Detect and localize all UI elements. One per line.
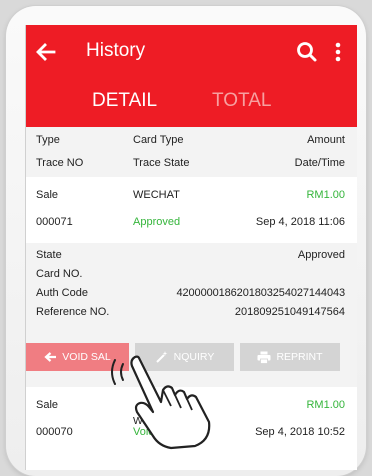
detail-reference-value: 201809251049147564 bbox=[234, 306, 345, 318]
reprint-button[interactable]: REPRINT bbox=[240, 343, 340, 371]
record-datetime: Sep 4, 2018 11:06 bbox=[255, 216, 345, 228]
column-amount: Amount bbox=[307, 134, 345, 146]
record-amount: RM1.00 bbox=[306, 189, 345, 201]
back-arrow-small-icon bbox=[44, 352, 57, 362]
reprint-label: REPRINT bbox=[276, 351, 323, 363]
record-row[interactable]: Sale WECHAT RM1.00 000071 Approved Sep 4… bbox=[26, 177, 357, 244]
more-vert-icon bbox=[335, 42, 341, 62]
record-trace-no: 000071 bbox=[36, 216, 73, 228]
column-trace-state: Trace State bbox=[133, 157, 190, 169]
detail-reference-label: Reference NO. bbox=[36, 306, 110, 318]
tab-bar: DETAIL TOTAL bbox=[26, 79, 357, 127]
record-trace-state: Approved bbox=[133, 216, 181, 228]
void-sale-label: VOID SAL bbox=[62, 351, 111, 363]
column-card-type: Card Type bbox=[133, 134, 184, 146]
more-options-button[interactable] bbox=[327, 39, 349, 65]
app-bar: History bbox=[26, 25, 357, 79]
detail-auth-code-value: 4200000186201803254027144043 bbox=[176, 287, 346, 299]
printer-icon bbox=[257, 351, 271, 364]
record-trace-no: 000070 bbox=[36, 426, 73, 438]
detail-auth-code-label: Auth Code bbox=[36, 287, 88, 299]
column-datetime: Date/Time bbox=[294, 157, 345, 169]
record-type: Sale bbox=[36, 189, 59, 201]
detail-state-value: Approved bbox=[297, 249, 345, 261]
record-type: Sale bbox=[36, 399, 59, 411]
column-header: Type Card Type Amount Trace NO Trace Sta… bbox=[26, 127, 357, 178]
pointing-hand-icon bbox=[109, 350, 219, 450]
record-amount: RM1.00 bbox=[306, 399, 345, 411]
record-card-type: WECHAT bbox=[133, 189, 180, 201]
record-datetime: Sep 4, 2018 10:52 bbox=[255, 426, 345, 438]
detail-card-no-label: Card NO. bbox=[36, 268, 83, 280]
tab-total[interactable]: TOTAL bbox=[212, 90, 271, 112]
record-details: State Approved Card NO. Auth Code 420000… bbox=[26, 243, 357, 331]
search-icon bbox=[297, 42, 317, 62]
search-button[interactable] bbox=[294, 39, 320, 65]
column-trace-no: Trace NO bbox=[36, 157, 84, 169]
tablet-frame: History DETAIL TOTAL Type Card Type Amou… bbox=[6, 6, 366, 476]
app-screen: History DETAIL TOTAL Type Card Type Amou… bbox=[25, 25, 357, 470]
detail-state-label: State bbox=[36, 249, 62, 261]
tab-detail[interactable]: DETAIL bbox=[92, 90, 157, 112]
back-arrow-icon bbox=[36, 43, 56, 61]
back-button[interactable] bbox=[32, 38, 60, 66]
page-title: History bbox=[86, 40, 146, 61]
column-type: Type bbox=[36, 134, 60, 146]
